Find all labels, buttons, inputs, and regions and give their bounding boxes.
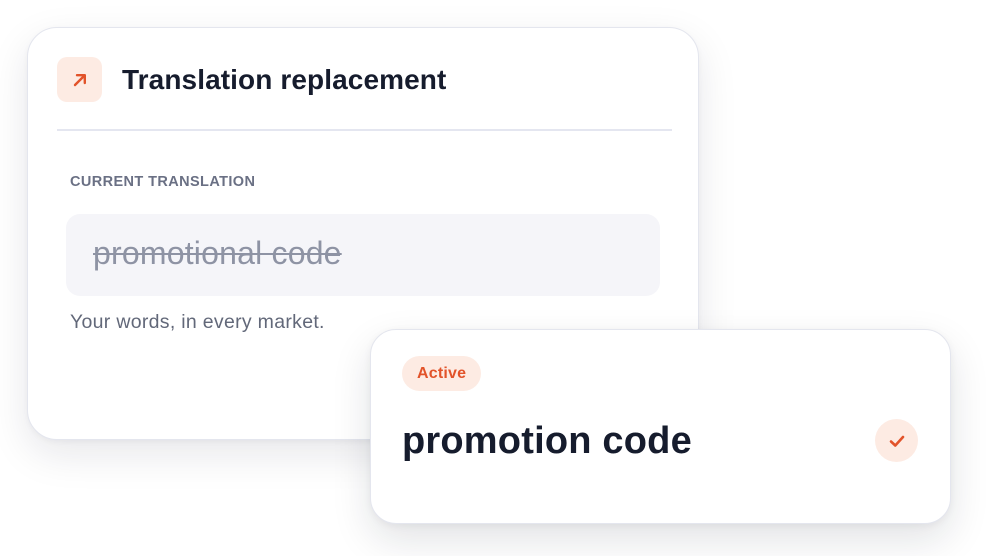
check-icon	[889, 435, 904, 447]
card-title: Translation replacement	[122, 63, 447, 95]
new-translation-value: promotion code	[402, 420, 692, 462]
current-translation-field: promotional code	[66, 214, 660, 296]
current-translation-value: promotional code	[93, 234, 342, 271]
arrow-up-right-icon	[73, 73, 86, 86]
current-translation-label: CURRENT TRANSLATION	[70, 174, 256, 190]
tagline: Your words, in every market.	[70, 311, 325, 333]
new-translation-card: Active promotion code	[370, 329, 951, 524]
card-header: Translation replacement	[57, 57, 446, 102]
check-badge	[875, 419, 918, 462]
header-divider	[57, 129, 672, 131]
icon-tile	[57, 57, 102, 102]
status-badge: Active	[402, 356, 482, 391]
